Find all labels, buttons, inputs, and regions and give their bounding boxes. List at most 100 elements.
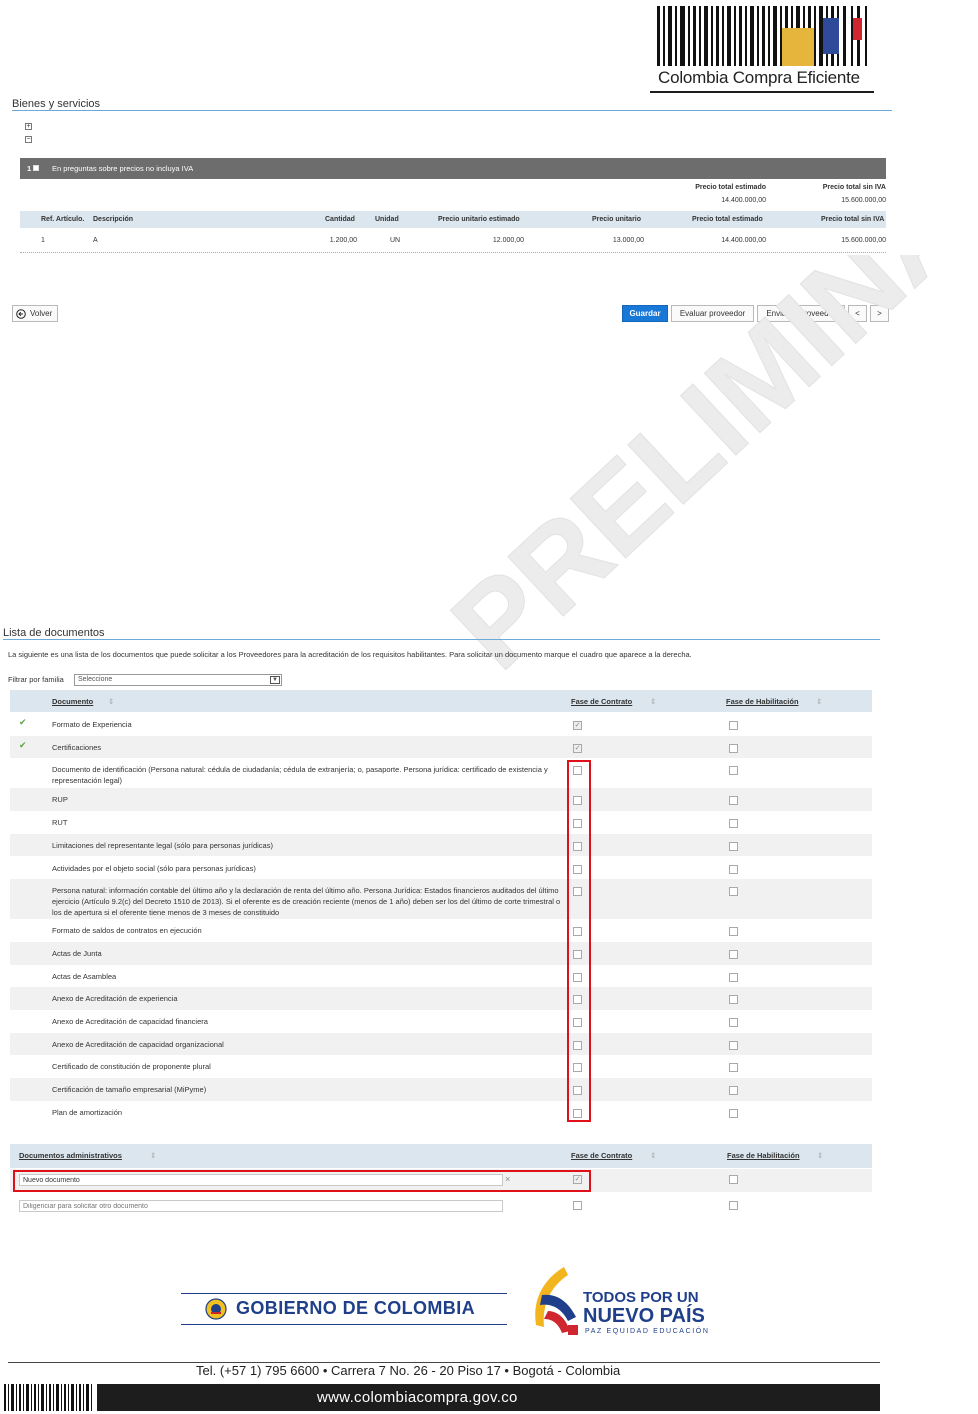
habilitacion-checkbox[interactable] <box>729 796 738 806</box>
col-cantidad: Cantidad <box>325 216 355 223</box>
document-label: RUT <box>52 818 68 828</box>
nuevo-pais-emblem-icon <box>535 1267 578 1335</box>
document-label: Certificado de constitución de proponent… <box>52 1062 211 1072</box>
list-item: Anexo de Acreditación de experiencia <box>10 987 872 1010</box>
habilitacion-checkbox[interactable] <box>729 766 738 776</box>
col-fase-habilitacion[interactable]: Fase de Habilitación <box>726 697 799 706</box>
list-item: ✔ Formato de Experiencia ✓ <box>10 713 872 736</box>
col-precio-total-estimado: Precio total estimado <box>692 216 763 223</box>
habilitacion-checkbox[interactable] <box>729 887 738 897</box>
group-collapse-icon[interactable] <box>33 165 39 171</box>
document-label: Anexo de Acreditación de experiencia <box>52 994 178 1004</box>
sort-icon[interactable]: ⇕ <box>150 1151 156 1160</box>
col-precio-unitario-estimado: Precio unitario estimado <box>438 216 520 223</box>
list-item: Certificación de tamaño empresarial (MiP… <box>10 1078 872 1101</box>
sort-icon[interactable]: ⇕ <box>108 697 114 706</box>
other-document-input[interactable] <box>19 1200 503 1212</box>
family-filter-value: Seleccione <box>78 676 113 683</box>
habilitacion-checkbox[interactable] <box>729 949 738 959</box>
list-item: RUP <box>10 788 872 812</box>
list-item: Certificado de constitución de proponent… <box>10 1055 872 1078</box>
back-button[interactable]: Volver <box>12 305 58 322</box>
col-fase-contrato[interactable]: Fase de Contrato <box>571 1151 632 1160</box>
col-ref: Ref. Artículo. <box>41 216 85 223</box>
list-item: Persona natural: información contable de… <box>10 879 872 920</box>
items-table-header: Ref. Artículo. Descripción Cantidad Unid… <box>20 211 886 228</box>
bienes-section-rule <box>12 110 892 111</box>
habilitacion-checkbox[interactable] <box>729 1018 738 1027</box>
habilitacion-checkbox[interactable] <box>729 1201 738 1210</box>
habilitacion-checkbox[interactable] <box>729 1063 738 1073</box>
footer-contact: Tel. (+57 1) 795 6600 • Carrera 7 No. 26… <box>196 1363 621 1378</box>
cell-descripcion: A <box>93 237 98 244</box>
col-precio-unitario: Precio unitario <box>592 216 642 223</box>
col-precio-total-sin-iva: Precio total sin IVA <box>821 216 885 223</box>
nuevo-pais-text: NUEVO PAÍS <box>583 1305 705 1327</box>
documentos-intro: La siguiente es una lista de los documen… <box>8 650 692 659</box>
list-item: ✔ Certificaciones ✓ <box>10 735 872 759</box>
summary-label-estimado: Precio total estimado <box>695 184 766 191</box>
filter-label: Filtrar por familia <box>8 675 64 684</box>
col-fase-habilitacion[interactable]: Fase de Habilitación <box>727 1151 800 1160</box>
summary-value-estimado: 14.400.000,00 <box>721 197 766 204</box>
habilitacion-checkbox[interactable] <box>729 1086 738 1096</box>
selected-check-icon: ✔ <box>19 717 27 727</box>
paz-equidad-educacion-text: PAZ EQUIDAD EDUCACIÓN <box>585 1328 710 1335</box>
summary-label-sin-iva: Precio total sin IVA <box>822 184 886 191</box>
contrato-checkbox[interactable]: ✓ <box>573 721 582 730</box>
habilitacion-checkbox[interactable] <box>729 927 738 937</box>
col-documentos-administrativos[interactable]: Documentos administrativos <box>19 1151 122 1160</box>
family-filter-select[interactable]: Seleccione ▼ <box>74 674 282 686</box>
selected-check-icon: ✔ <box>19 739 27 750</box>
footer-website[interactable]: www.colombiacompra.gov.co <box>317 1389 518 1406</box>
sort-icon[interactable]: ⇕ <box>650 697 656 706</box>
habilitacion-checkbox[interactable] <box>729 972 738 982</box>
svg-text:PRELIMINAR: PRELIMINAR <box>428 255 978 685</box>
collapse-icon[interactable]: − <box>25 136 32 143</box>
col-fase-contrato[interactable]: Fase de Contrato <box>571 697 632 706</box>
group-text: En preguntas sobre precios no incluya IV… <box>52 164 194 173</box>
list-item: Plan de amortización <box>10 1101 872 1124</box>
back-button-label: Volver <box>30 309 53 318</box>
list-item: Limitaciones del representante legal (só… <box>10 833 872 857</box>
list-item: Anexo de Acreditación de capacidad organ… <box>10 1032 872 1056</box>
document-label: Certificación de tamaño empresarial (MiP… <box>52 1085 207 1095</box>
cell-cantidad: 1.200,00 <box>329 237 357 244</box>
list-item: Anexo de Acreditación de capacidad finan… <box>10 1010 872 1033</box>
document-label: Actas de Junta <box>52 948 102 958</box>
habilitacion-checkbox[interactable] <box>729 743 738 753</box>
documents-table-header: Documento ⇕ Fase de Contrato ⇕ Fase de H… <box>10 690 872 712</box>
habilitacion-checkbox[interactable] <box>729 1108 738 1118</box>
document-label: RUP <box>52 795 68 805</box>
expand-icon[interactable]: + <box>25 123 32 130</box>
new-document-highlight <box>13 1170 591 1192</box>
col-documento[interactable]: Documento <box>52 697 93 706</box>
list-item: Actividades por el objeto social (sólo p… <box>10 857 872 880</box>
list-item: Actas de Junta <box>10 941 872 965</box>
preliminar-watermark: PRELIMINAR <box>427 255 978 685</box>
contrato-checkbox[interactable] <box>573 1201 582 1210</box>
sort-icon[interactable]: ⇕ <box>816 697 822 706</box>
documentos-section-rule <box>3 639 880 640</box>
list-item: Documento de identificación (Persona nat… <box>10 758 872 788</box>
habilitacion-checkbox[interactable] <box>729 995 738 1005</box>
habilitacion-checkbox[interactable] <box>729 819 738 829</box>
habilitacion-checkbox[interactable] <box>729 841 738 851</box>
list-item: Formato de saldos de contratos en ejecuc… <box>10 919 872 942</box>
cell-precio-unitario-estimado: 12.000,00 <box>492 237 524 244</box>
sort-icon[interactable]: ⇕ <box>650 1151 656 1160</box>
chevron-down-icon[interactable]: ▼ <box>270 676 280 684</box>
habilitacion-checkbox[interactable] <box>729 1175 738 1184</box>
cell-precio-total-sin-iva: 15.600.000,00 <box>841 237 886 244</box>
col-unidad: Unidad <box>375 216 399 223</box>
habilitacion-checkbox[interactable] <box>729 864 738 874</box>
habilitacion-checkbox[interactable] <box>729 1040 738 1050</box>
table-row: 1 A 1.200,00 UN 12.000,00 13.000,00 14.4… <box>20 233 886 251</box>
habilitacion-checkbox[interactable] <box>729 721 738 730</box>
gob-rule-top <box>181 1293 507 1294</box>
sort-icon[interactable]: ⇕ <box>817 1151 823 1160</box>
back-arrow-icon <box>16 309 26 319</box>
document-label: Documento de identificación (Persona nat… <box>52 765 548 786</box>
contrato-checkbox[interactable]: ✓ <box>573 743 582 753</box>
gob-rule-bottom <box>181 1324 507 1325</box>
